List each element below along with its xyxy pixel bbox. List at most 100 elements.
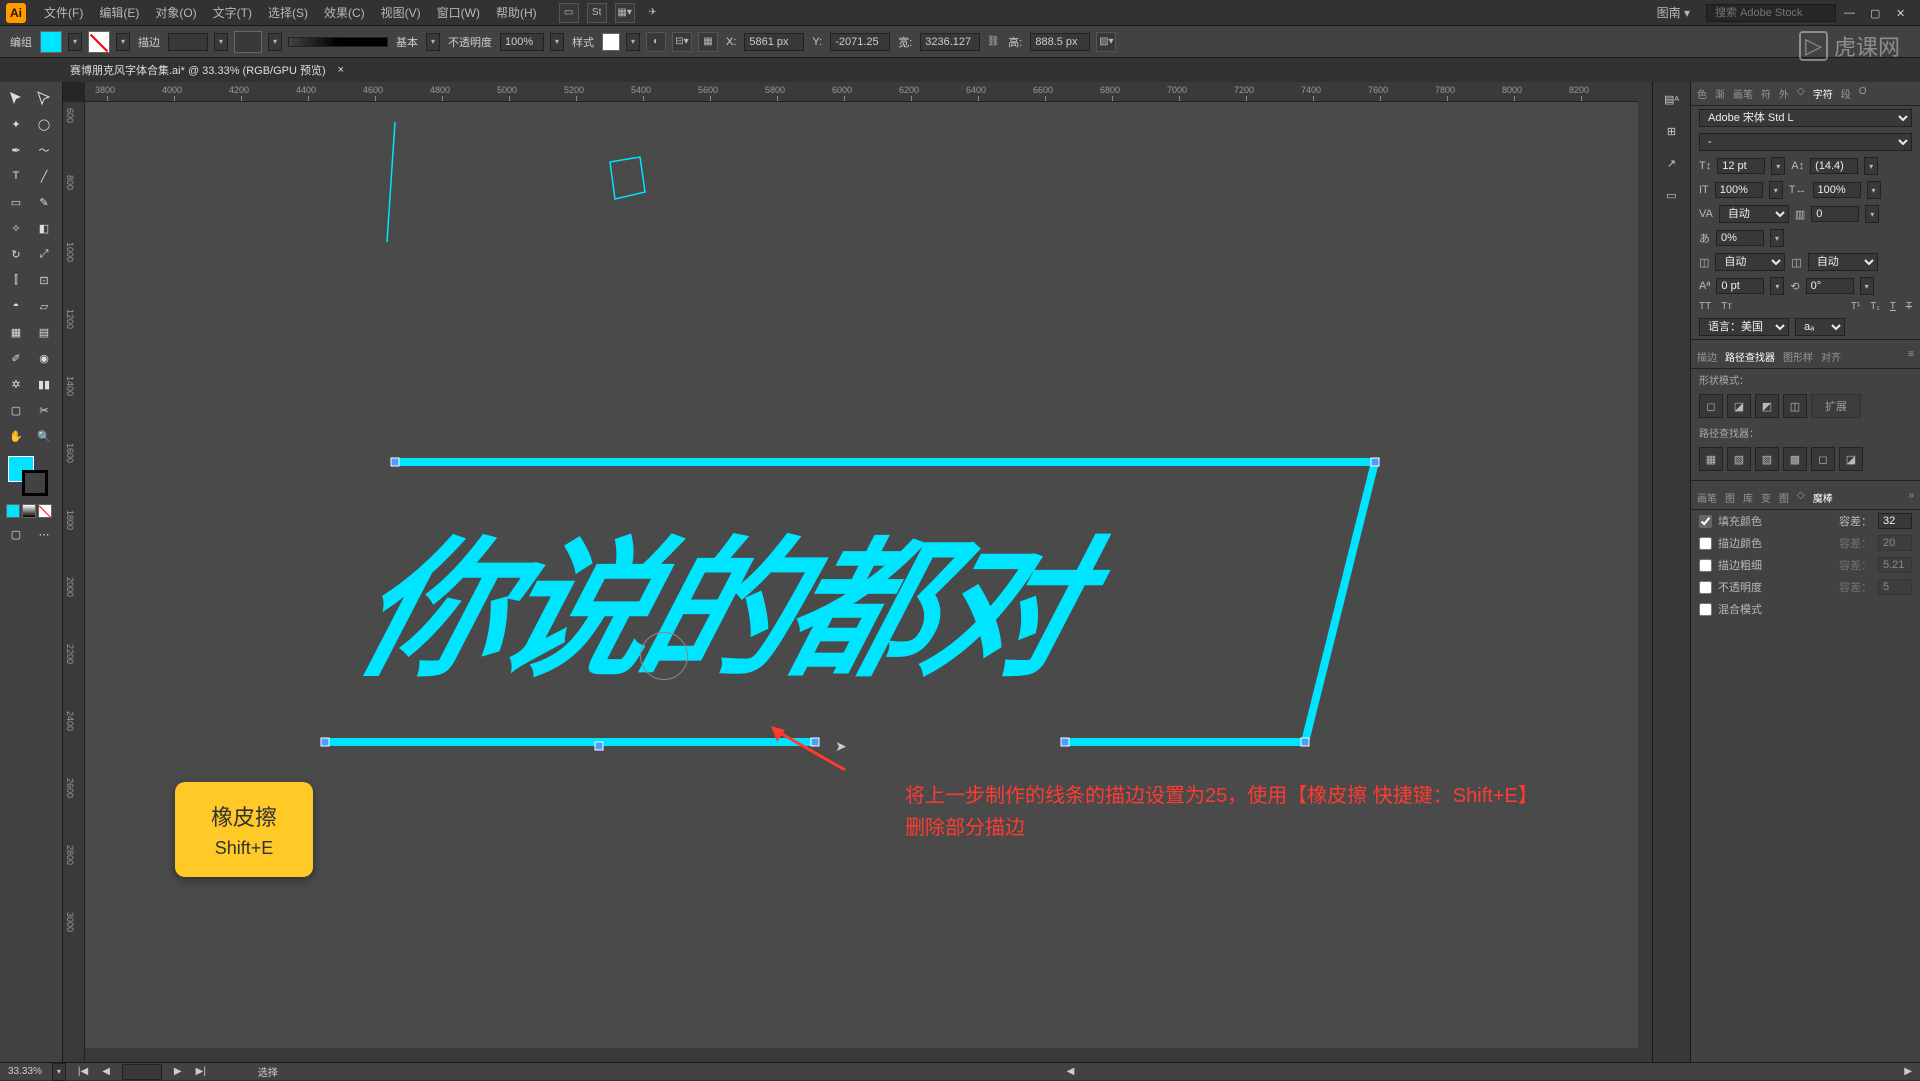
menu-object[interactable]: 对象(O)	[147, 1, 204, 24]
align-icon[interactable]: ⊟▾	[672, 32, 692, 52]
vs-dd[interactable]: ▾	[1769, 181, 1783, 199]
unite-btn[interactable]: ◻	[1699, 394, 1723, 418]
auto2[interactable]: 自动	[1808, 253, 1878, 271]
menu-type[interactable]: 文字(T)	[205, 1, 260, 24]
menu-help[interactable]: 帮助(H)	[488, 1, 545, 24]
tracking[interactable]	[1811, 206, 1859, 222]
shaper-tool[interactable]: ✧	[2, 216, 30, 240]
outline-btn[interactable]: ◻	[1811, 447, 1835, 471]
shape-props-icon[interactable]: ▧▾	[1096, 32, 1116, 52]
vw-dd[interactable]: ▾	[268, 33, 282, 51]
baseline-pct[interactable]	[1716, 230, 1764, 246]
exclude-btn[interactable]: ◫	[1783, 394, 1807, 418]
scroll-right-icon[interactable]: ▶	[1904, 1066, 1912, 1077]
document-tab[interactable]: 赛博朋克风字体合集.ai* @ 33.33% (RGB/GPU 预览) ×	[0, 58, 1920, 82]
char-rotation[interactable]	[1806, 278, 1854, 294]
profile-dd[interactable]: ▾	[426, 33, 440, 51]
fill-dd[interactable]: ▾	[68, 33, 82, 51]
strikethrough[interactable]: T	[1906, 301, 1912, 312]
close-icon[interactable]: ✕	[1896, 7, 1914, 19]
stroke-dd[interactable]: ▾	[116, 33, 130, 51]
antialias[interactable]: aₐ	[1795, 318, 1845, 336]
w-input[interactable]	[920, 33, 980, 51]
stock-search[interactable]	[1706, 4, 1836, 22]
superscript[interactable]: T¹	[1851, 301, 1860, 312]
hs-dd[interactable]: ▾	[1867, 181, 1881, 199]
pathfinder-tabs[interactable]: 描边路径查找器图形样对齐≡	[1691, 345, 1920, 369]
op-dd[interactable]: ▾	[550, 33, 564, 51]
artboard-tool[interactable]: ▢	[2, 398, 30, 422]
bl-dd[interactable]: ▾	[1770, 229, 1784, 247]
rot-dd[interactable]: ▾	[1860, 277, 1874, 295]
char-panel-tabs[interactable]: 色渐画笔符外◇字符段O	[1691, 82, 1920, 106]
var-width[interactable]	[234, 31, 262, 53]
lead-dd[interactable]: ▾	[1864, 157, 1878, 175]
scroll-left-icon[interactable]: ◀	[1067, 1066, 1075, 1077]
send-icon[interactable]: ✈	[643, 3, 663, 23]
none-mode[interactable]	[38, 504, 52, 518]
graph-tool[interactable]: ▮▮	[30, 372, 58, 396]
pen-tool[interactable]: ✒	[2, 138, 30, 162]
eyedropper-tool[interactable]: ✐	[2, 346, 30, 370]
language[interactable]: 语言：美国	[1699, 318, 1789, 336]
st-icon[interactable]: St	[587, 3, 607, 23]
horizontal-scrollbar[interactable]	[85, 1048, 1638, 1062]
menu-effect[interactable]: 效果(C)	[316, 1, 373, 24]
blend-tool[interactable]: ◉	[30, 346, 58, 370]
libraries-icon[interactable]: ⊞	[1661, 120, 1683, 142]
blend-check[interactable]	[1699, 603, 1712, 616]
transform-icon[interactable]: ▦	[698, 32, 718, 52]
edit-toolbar[interactable]: ⋯	[30, 522, 58, 546]
smallcaps[interactable]: Tт	[1721, 301, 1732, 312]
horizontal-ruler[interactable]: 3800400042004400460048005000520054005600…	[85, 82, 1652, 102]
properties-icon[interactable]: ▤A	[1661, 88, 1683, 110]
opacity-input[interactable]	[500, 33, 544, 51]
expand-btn[interactable]: 扩展	[1811, 394, 1861, 418]
artboard-nav[interactable]	[122, 1064, 162, 1080]
font-style[interactable]: -	[1699, 133, 1912, 151]
lasso-tool[interactable]: ◯	[30, 112, 58, 136]
magic-wand-tool[interactable]: ✦	[2, 112, 30, 136]
size-dd[interactable]: ▾	[1771, 157, 1785, 175]
h-input[interactable]	[1030, 33, 1090, 51]
selection-tool[interactable]	[2, 86, 30, 110]
menu-select[interactable]: 选择(S)	[260, 1, 316, 24]
leading[interactable]	[1810, 158, 1858, 174]
trim-btn[interactable]: ▧	[1727, 447, 1751, 471]
shape-builder-tool[interactable]: ◓	[2, 294, 30, 318]
link-wh-icon[interactable]: ⛓	[986, 32, 1000, 52]
kerning[interactable]: 自动	[1719, 205, 1789, 223]
eraser-tool[interactable]: ◧	[30, 216, 58, 240]
menu-window[interactable]: 窗口(W)	[429, 1, 488, 24]
vertical-scrollbar[interactable]	[1638, 82, 1652, 1062]
stroke-wt-dd[interactable]: ▾	[214, 33, 228, 51]
first-artboard-icon[interactable]: |◀	[76, 1066, 90, 1077]
width-tool[interactable]: ⫿	[2, 268, 30, 292]
menu-edit[interactable]: 编辑(E)	[91, 1, 147, 24]
gradient-mode[interactable]	[22, 504, 36, 518]
menu-view[interactable]: 视图(V)	[373, 1, 429, 24]
stroke-weight[interactable]	[168, 33, 208, 51]
minimize-icon[interactable]: —	[1844, 7, 1862, 19]
type-tool[interactable]: T	[2, 164, 30, 188]
slice-tool[interactable]: ✂	[30, 398, 58, 422]
mesh-tool[interactable]: ▦	[2, 320, 30, 344]
x-input[interactable]	[744, 33, 804, 51]
doc-icon[interactable]: ▭	[559, 3, 579, 23]
baseline-shift[interactable]	[1716, 278, 1764, 294]
tr-dd[interactable]: ▾	[1865, 205, 1879, 223]
stroke-swatch[interactable]	[88, 31, 110, 53]
minus-back-btn[interactable]: ◪	[1839, 447, 1863, 471]
stroke-weight-check[interactable]	[1699, 559, 1712, 572]
line-tool[interactable]: ╱	[30, 164, 58, 188]
auto1[interactable]: 自动	[1715, 253, 1785, 271]
gradient-tool[interactable]: ▤	[30, 320, 58, 344]
zoom-tool[interactable]: 🔍	[30, 424, 58, 448]
prev-artboard-icon[interactable]: ◀	[100, 1066, 112, 1077]
workspace-switch[interactable]: 图南 ▾	[1649, 1, 1698, 24]
maximize-icon[interactable]: ▢	[1870, 7, 1888, 19]
brush-tool[interactable]: ✎	[30, 190, 58, 214]
curvature-tool[interactable]: 〜	[30, 138, 58, 162]
hand-tool[interactable]: ✋	[2, 424, 30, 448]
arrange-icon[interactable]: ▦▾	[615, 3, 635, 23]
